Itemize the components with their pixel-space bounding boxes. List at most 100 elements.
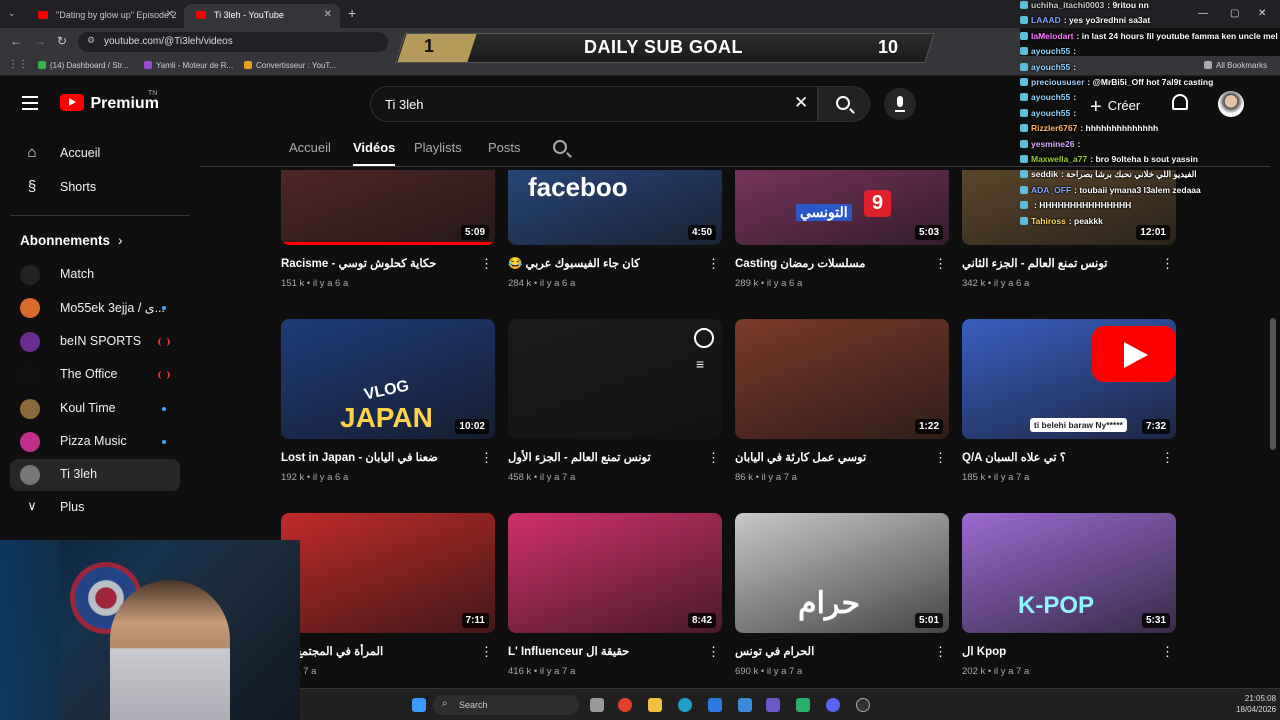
video-duration: 5:31 <box>1141 613 1170 628</box>
more-options-icon[interactable]: ⋮ <box>1161 450 1175 466</box>
browser-tab-1[interactable]: "Dating by glow up" Episode 2 ✕ <box>26 4 182 28</box>
watch-later-icon[interactable] <box>694 328 714 348</box>
video-title[interactable]: المرأة في المجتمع ال <box>281 644 471 658</box>
video-title[interactable]: Racisme - حكاية كحلوش توسي <box>281 256 471 270</box>
webcam-person <box>110 580 230 720</box>
new-tab-button[interactable]: + <box>348 5 356 21</box>
more-options-icon[interactable]: ⋮ <box>934 256 948 272</box>
sidebar-subscription[interactable]: Mo55ek 3ejja / ی... <box>10 292 180 324</box>
video-title[interactable]: توسي عمل كارثة في اليابان <box>735 450 925 464</box>
search-button[interactable] <box>818 86 870 122</box>
bookmark-yamli[interactable]: Yamli - Moteur de R... <box>144 61 233 70</box>
more-options-icon[interactable]: ⋮ <box>480 450 494 466</box>
sidebar-subscription[interactable]: Ti 3leh <box>10 459 180 492</box>
video-thumbnail[interactable]: 8:42 <box>508 513 722 633</box>
video-card[interactable]: 1:22 توسي عمل كارثة في اليابان 86 k • il y… <box>735 319 949 499</box>
video-thumbnail[interactable] <box>508 319 722 439</box>
more-options-icon[interactable]: ⋮ <box>934 450 948 466</box>
menu-icon[interactable] <box>22 96 38 110</box>
video-card[interactable]: 5:09 Racisme - حكاية كحلوش توسي 151 k • il… <box>281 125 495 305</box>
chat-username: Tahiross <box>1031 215 1066 226</box>
video-thumbnail[interactable]: 5:09 <box>281 170 495 245</box>
discord-icon[interactable] <box>826 698 840 712</box>
search-icon: ⌕ <box>442 698 448 709</box>
video-title[interactable]: تونس تمنع العالم - الجزء الأول <box>508 450 698 464</box>
url-input[interactable]: ⚙ youtube.com/@Ti3leh/videos <box>78 32 388 52</box>
windows-start-icon[interactable] <box>412 698 426 712</box>
sidebar-more[interactable]: ∨ Plus <box>10 492 180 524</box>
more-options-icon[interactable]: ⋮ <box>480 256 494 272</box>
chat-badge-icon <box>1020 216 1028 225</box>
phone-link-icon[interactable] <box>796 698 810 712</box>
video-title[interactable]: Q/A ؟ تي علاه السبان <box>962 450 1152 464</box>
video-card[interactable]: 7:11المرأة في المجتمع الil y a 7 a⋮ <box>281 513 495 693</box>
video-card[interactable]: تونس تمنع العالم - الجزء الأول 458 k • il… <box>508 319 722 499</box>
site-info-icon[interactable]: ⚙ <box>87 35 95 46</box>
forward-icon[interactable]: → <box>34 34 46 48</box>
video-title[interactable]: L' Influenceur حقيقة ال <box>508 644 698 658</box>
add-to-queue-icon[interactable]: ≡ <box>696 356 704 372</box>
youtube-logo[interactable]: Premium TN <box>60 90 159 113</box>
clear-search-icon[interactable]: ✕ <box>794 93 808 113</box>
sub-goal-target: 10 <box>878 37 899 57</box>
channel-avatar <box>20 331 40 352</box>
more-options-icon[interactable]: ⋮ <box>707 644 721 660</box>
back-icon[interactable]: ← <box>10 34 22 48</box>
task-view-icon[interactable] <box>590 698 604 712</box>
subscriptions-heading[interactable]: Abonnements › <box>20 233 123 248</box>
teams-icon[interactable] <box>766 698 780 712</box>
video-title[interactable]: Lost in Japan - ضعنا في اليابان <box>281 450 471 464</box>
more-options-icon[interactable]: ⋮ <box>707 450 721 466</box>
sidebar-subscription[interactable]: Pizza Music <box>10 426 180 458</box>
window-maximize-icon[interactable]: ▢ <box>1230 8 1239 19</box>
sidebar-subscription[interactable]: beIN SPORTS <box>10 326 180 358</box>
more-options-icon[interactable]: ⋮ <box>707 256 721 272</box>
new-content-dot-icon <box>162 440 166 444</box>
tab-search-icon[interactable]: ⌄ <box>8 8 16 19</box>
sidebar-subscription[interactable]: Koul Time <box>10 393 180 425</box>
outlook-icon[interactable] <box>738 698 752 712</box>
video-duration: 5:03 <box>914 225 943 240</box>
voice-search-icon[interactable] <box>884 88 916 120</box>
taskbar-search-input[interactable]: ⌕ Search <box>433 695 579 715</box>
video-title[interactable]: تونس تمنع العالم - الجزء الثاني <box>962 256 1152 270</box>
window-minimize-icon[interactable]: — <box>1198 8 1208 19</box>
file-explorer-icon[interactable] <box>648 698 662 712</box>
sidebar-item-shorts[interactable]: § Shorts <box>10 172 180 204</box>
video-title[interactable]: الحرام في تونس <box>735 644 925 658</box>
window-close-icon[interactable]: ✕ <box>1258 8 1266 19</box>
more-options-icon[interactable]: ⋮ <box>1161 256 1175 272</box>
chat-message: ADA_OFF: toubaii ymana3 l3alem zedaaa <box>1020 185 1278 195</box>
channel-name: Ti 3leh <box>60 467 98 482</box>
sidebar-subscription[interactable]: Match <box>10 259 180 291</box>
video-thumbnail[interactable]: 1:22 <box>735 319 949 439</box>
video-title[interactable]: ال Kpop <box>962 644 1152 658</box>
search-input[interactable]: Ti 3leh <box>370 86 818 122</box>
reload-icon[interactable]: ↻ <box>57 34 67 48</box>
sidebar-subscription[interactable]: The Office <box>10 359 180 391</box>
sidebar-item-accueil[interactable]: ⌂ Accueil <box>10 138 180 170</box>
video-title[interactable]: Casting مسلسلات رمضان <box>735 256 925 270</box>
obs-icon[interactable] <box>856 698 870 712</box>
store-icon[interactable] <box>708 698 722 712</box>
video-thumbnail[interactable]: 7:11 <box>281 513 495 633</box>
more-options-icon[interactable]: ⋮ <box>934 644 948 660</box>
bookmark-dashboard[interactable]: (14) Dashboard / Str... <box>38 61 129 70</box>
edge-icon[interactable] <box>678 698 692 712</box>
bookmark-converter[interactable]: Convertisseur : YouT... <box>244 61 336 70</box>
close-tab-icon[interactable]: ✕ <box>166 9 174 20</box>
video-title[interactable]: 😂 كان جاء الفيسبوك عربي <box>508 256 698 270</box>
page-scrollbar[interactable] <box>1270 318 1276 450</box>
video-meta: 416 k • il y a 7 a <box>508 666 576 677</box>
browser-tab-2[interactable]: Ti 3leh - YouTube ✕ <box>184 4 340 28</box>
apps-icon[interactable]: ⋮⋮ <box>8 59 28 70</box>
video-thumbnail[interactable]: 5:03 <box>735 170 949 245</box>
video-card[interactable]: 8:42 L' Influenceur حقيقة ال 416 k • il y … <box>508 513 722 693</box>
chrome-icon[interactable] <box>618 698 632 712</box>
more-options-icon[interactable]: ⋮ <box>480 644 494 660</box>
video-card[interactable]: 4:50 😂 كان جاء الفيسبوك عربي 284 k • il y … <box>508 125 722 305</box>
more-options-icon[interactable]: ⋮ <box>1161 644 1175 660</box>
youtube-favicon-icon <box>196 11 206 19</box>
chat-message: ayouch55: <box>1020 108 1278 118</box>
close-tab-icon[interactable]: ✕ <box>324 9 332 20</box>
